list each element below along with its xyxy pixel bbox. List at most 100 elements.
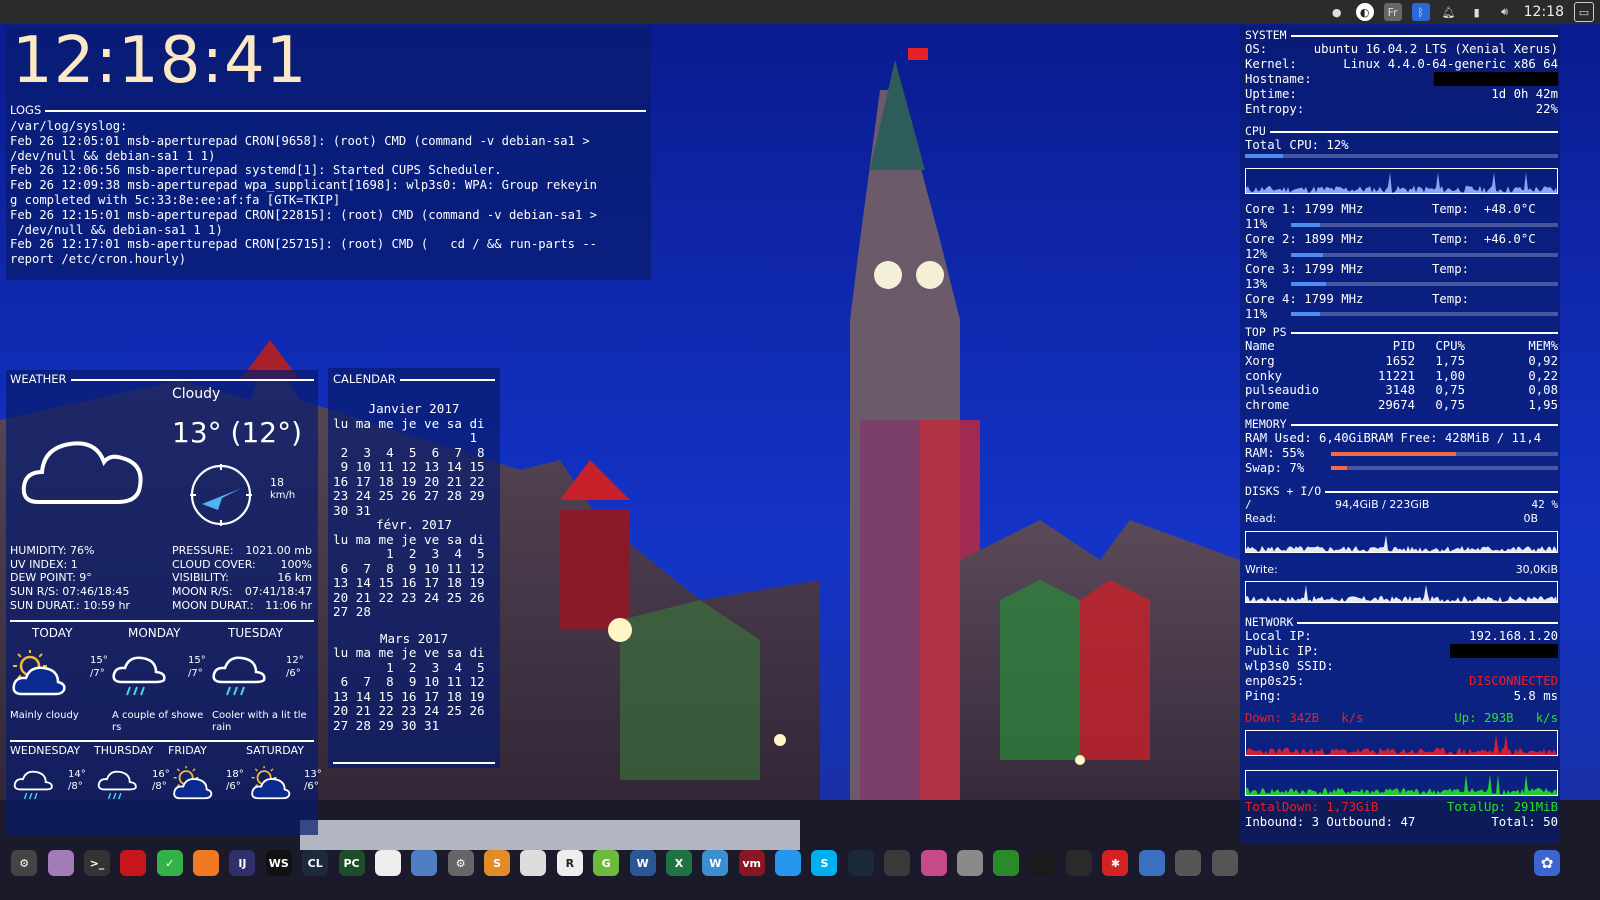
bluetooth-icon[interactable]: ᛒ [1411, 3, 1430, 21]
r-studio-icon[interactable]: R [556, 850, 583, 876]
rain-cloud-icon [112, 656, 166, 696]
skype-icon[interactable]: S [811, 850, 838, 876]
volume-icon[interactable]: 🔊︎ [1496, 3, 1514, 21]
system-title: SYSTEM [1245, 28, 1287, 42]
docker-icon[interactable] [775, 850, 802, 876]
weather-stat: SUN R/S: 07:46/18:45 [10, 585, 130, 599]
calendar-week[interactable]: 2 3 4 5 6 7 8 [333, 445, 495, 461]
forecast-week-high: 14° [68, 769, 86, 780]
wps-icon[interactable]: W [702, 850, 729, 876]
panel-clock[interactable]: 12:18 [1524, 4, 1564, 20]
gpu-card-icon[interactable] [993, 850, 1020, 876]
forecast-day-label: TUESDAY [228, 626, 283, 640]
toggle-icon[interactable] [920, 850, 947, 876]
calendar-week[interactable]: 1 2 3 4 5 [333, 660, 495, 676]
disks-title: DISKS + I/O [1245, 483, 1322, 498]
disk-read-label: Read: [1245, 511, 1277, 525]
disk-read-graph-svg [1246, 534, 1557, 552]
calendar-week[interactable]: 6 7 8 9 10 11 12 [333, 561, 495, 577]
notification-bell-icon[interactable]: 🔔︎ [1440, 3, 1458, 21]
calendar-week[interactable]: 20 21 22 23 24 25 26 [333, 703, 495, 719]
calendar-week[interactable]: 13 14 15 16 17 18 19 [333, 689, 495, 705]
ping-label: Ping: [1245, 688, 1283, 703]
calculator-icon[interactable] [884, 850, 911, 876]
screenshot-tool-icon[interactable] [120, 850, 147, 876]
notes-icon[interactable] [520, 850, 547, 876]
pycharm-icon[interactable]: PC [338, 850, 365, 876]
enp-label: enp0s25: [1245, 673, 1305, 688]
terminal-icon[interactable]: >_ [83, 850, 110, 876]
camera-icon[interactable] [1175, 850, 1202, 876]
firefox-icon[interactable] [193, 850, 220, 876]
vpn-shield-icon[interactable]: ✓ [156, 850, 183, 876]
steam-icon[interactable] [847, 850, 874, 876]
webstorm-icon[interactable]: WS [265, 850, 292, 876]
log-line: /var/log/syslog: [10, 119, 128, 133]
public-ip-label: Public IP: [1245, 643, 1320, 658]
system-monitor-icon[interactable] [1029, 850, 1056, 876]
totals-row: TotalDown: 1,73GiB TotalUp: 291MiB [1245, 800, 1558, 815]
calendar-week[interactable]: 27 28 [333, 604, 495, 620]
ps-row: Xorg 1652 1,75 0,92 [1245, 354, 1558, 369]
calendar-week[interactable]: 9 10 11 12 13 14 15 [333, 459, 495, 475]
calendar-week[interactable]: 23 24 25 26 27 28 29 [333, 488, 495, 504]
core-pct: 11% [1245, 217, 1268, 232]
red-star-icon[interactable]: ✱ [1102, 850, 1129, 876]
calendar-week[interactable]: 30 31 [333, 503, 495, 519]
ps-cell: 0,92 [1528, 353, 1558, 368]
forecast-week-high: 13° [304, 769, 322, 780]
settings-flower-icon[interactable]: ✿ [1534, 850, 1560, 876]
forecast-desc: Cooler with a lit tle rain [212, 710, 307, 733]
wind-unit: km/h [270, 490, 296, 501]
calendar-week[interactable]: 1 [333, 430, 495, 446]
weather-left-stats: HUMIDITY: 76% UV INDEX: 1 DEW POINT: 9° SUN… [10, 544, 170, 613]
inbound-outbound: Inbound: 3 Outbound: 47 [1245, 815, 1416, 830]
calendar-week[interactable]: 20 21 22 23 24 25 26 [333, 590, 495, 606]
logs-header: LOGS [10, 103, 646, 117]
ps-cell: 0,75 [1435, 383, 1465, 398]
screen-icon[interactable] [1138, 850, 1165, 876]
dark-circle-icon[interactable]: ● [1328, 3, 1346, 21]
green-app-icon[interactable]: G [593, 850, 620, 876]
system-row-label: OS: [1245, 42, 1268, 56]
core-temp: Temp: [1432, 262, 1470, 277]
sublime-icon[interactable]: S [484, 850, 511, 876]
linux-tux-icon[interactable] [374, 850, 401, 876]
calendar-week[interactable]: 1 2 3 4 5 [333, 546, 495, 562]
battery-icon[interactable]: ▮ [1468, 3, 1486, 21]
system-tray: ● ◐ Fr ᛒ 🔔︎ ▮ 🔊︎ 12:18 ▭ [1328, 0, 1600, 24]
ping-row: Ping: 5.8 ms [1245, 689, 1558, 704]
calendar-week[interactable]: 6 7 8 9 10 11 12 [333, 674, 495, 690]
forecast-week-day: FRIDAY [168, 744, 207, 757]
word-icon[interactable]: W [629, 850, 656, 876]
calendar-week[interactable]: 13 14 15 16 17 18 19 [333, 575, 495, 591]
core-name: Core 3: 1799 MHz [1245, 262, 1364, 277]
core-name: Core 4: 1799 MHz [1245, 291, 1364, 306]
camera2-icon[interactable] [1211, 850, 1238, 876]
intellij-icon[interactable]: IJ [229, 850, 256, 876]
wind-speed: 18 [270, 476, 284, 489]
log-line: Feb 26 12:06:56 msb-aperturepad systemd[… [10, 163, 502, 178]
launcher-icon[interactable]: ⚙ [11, 850, 38, 876]
steam-icon[interactable]: ◐ [1355, 3, 1374, 21]
swap-row: Swap: 7% [1245, 461, 1558, 476]
calendar-divider [333, 762, 495, 764]
language-icon[interactable]: Fr [1383, 3, 1402, 21]
calendar-week[interactable]: 16 17 18 19 20 21 22 [333, 474, 495, 490]
clion-icon[interactable]: CL [302, 850, 329, 876]
window-icon[interactable]: ▭ [1574, 2, 1594, 22]
settings-gear-icon[interactable]: ⚙ [447, 850, 474, 876]
disk-usage-row: / 94,4GiB / 223GiB 42 % [1245, 498, 1558, 512]
ps-cell: conky [1245, 368, 1283, 383]
public-ip-redacted [1450, 643, 1558, 658]
core-bar [1291, 312, 1558, 317]
ps-cell: 1652 [1385, 353, 1415, 368]
files-icon[interactable] [47, 850, 74, 876]
ps-cell: MEM% [1528, 338, 1558, 353]
excel-icon[interactable]: X [665, 850, 692, 876]
chat-icon[interactable] [411, 850, 438, 876]
vmware-icon[interactable]: vm [738, 850, 765, 876]
calendar-week[interactable]: 27 28 29 30 31 [333, 718, 495, 734]
update-icon[interactable] [1066, 850, 1093, 876]
archive-icon[interactable] [956, 850, 983, 876]
